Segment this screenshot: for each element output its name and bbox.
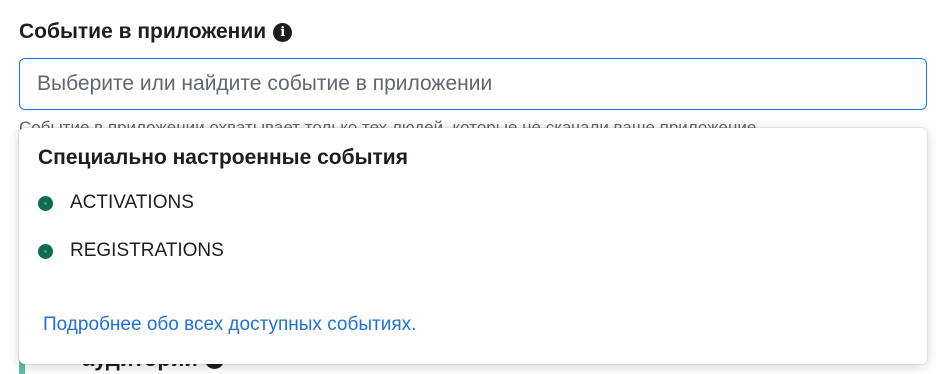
- event-dropdown: Специально настроенные события ACTIVATIO…: [19, 128, 927, 364]
- app-event-label-text: Событие в приложении: [19, 20, 267, 43]
- event-option-activations[interactable]: ACTIVATIONS: [38, 192, 194, 214]
- app-event-search-input[interactable]: [19, 58, 927, 110]
- event-option-registrations[interactable]: REGISTRATIONS: [38, 240, 224, 262]
- info-icon[interactable]: i: [273, 22, 293, 42]
- status-dot-icon: [38, 195, 53, 211]
- app-event-selector: Событие в приложении i Событие в приложе…: [0, 0, 950, 374]
- learn-more-link[interactable]: Подробнее обо всех доступных событиях.: [43, 314, 416, 336]
- event-option-label: REGISTRATIONS: [70, 240, 224, 261]
- event-option-label: ACTIVATIONS: [70, 192, 194, 213]
- custom-events-heading: Специально настроенные события: [38, 146, 408, 169]
- app-event-label: Событие в приложении i: [19, 20, 293, 44]
- status-dot-icon: [38, 243, 53, 259]
